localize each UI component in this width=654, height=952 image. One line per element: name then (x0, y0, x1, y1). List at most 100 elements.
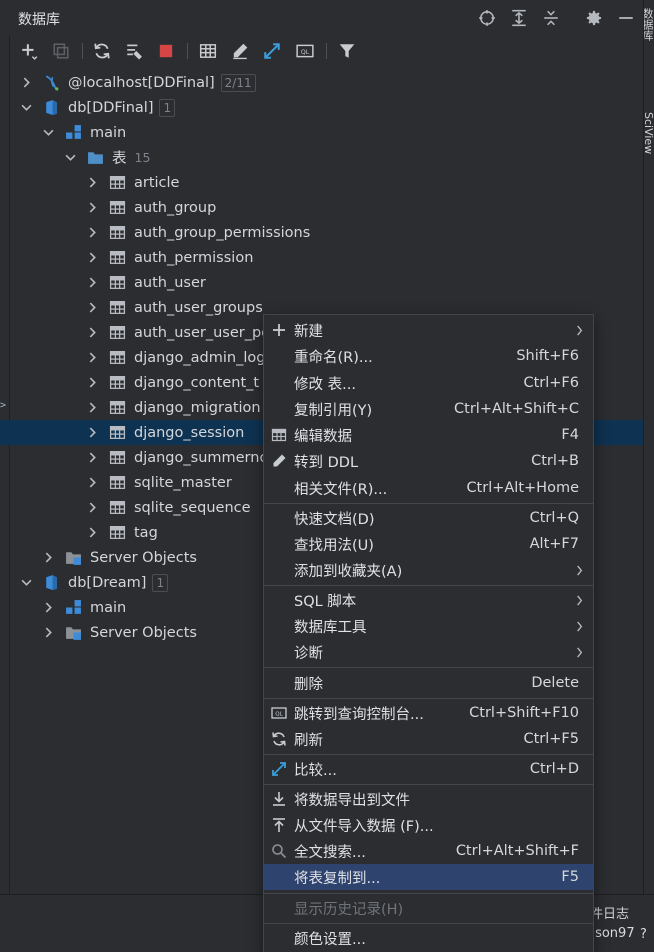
chevron-right-icon[interactable] (86, 477, 98, 489)
menu-item-modify-table[interactable]: 修改 表... Ctrl+F6 (264, 370, 593, 396)
chevron-down-icon[interactable] (20, 577, 32, 589)
chevron-right-icon[interactable] (86, 527, 98, 539)
table-icon (108, 199, 126, 217)
compare-icon (270, 760, 288, 778)
chevron-right-icon[interactable] (86, 427, 98, 439)
schema-settings-icon[interactable] (123, 40, 145, 62)
menu-label: 转到 DDL (294, 454, 359, 471)
menu-item-related-files[interactable]: 相关文件(R)... Ctrl+Alt+Home (264, 475, 593, 501)
menu-item-fulltext-search[interactable]: 全文搜索... Ctrl+Alt+Shift+F (264, 838, 593, 864)
tree-node-tables-folder[interactable]: 表 15 (10, 145, 643, 170)
add-icon[interactable] (18, 40, 40, 62)
menu-item-copy-table-to[interactable]: 将表复制到... F5 (264, 864, 593, 890)
compare-icon[interactable] (261, 40, 283, 62)
menu-item-sql-script[interactable]: SQL 脚本 (264, 587, 593, 613)
submenu-arrow-icon (575, 324, 585, 336)
tree-node-table[interactable]: auth_group (10, 195, 643, 220)
chevron-down-icon[interactable] (42, 127, 54, 139)
filter-icon[interactable] (336, 40, 358, 62)
event-log-label[interactable]: 件日志 (590, 903, 629, 922)
table-icon (108, 399, 126, 417)
chevron-right-icon[interactable] (86, 452, 98, 464)
panel-title: 数据库 (18, 12, 60, 28)
collapse-all-icon[interactable] (541, 8, 561, 28)
chevron-right-icon[interactable] (42, 602, 54, 614)
tree-label: db[Dream] (68, 574, 147, 591)
chevron-right-icon[interactable] (86, 202, 98, 214)
server-objects-icon (64, 549, 82, 567)
chevron-right-icon[interactable] (20, 77, 32, 89)
menu-label: 重命名(R)... (294, 349, 373, 366)
menu-item-db-tools[interactable]: 数据库工具 (264, 613, 593, 639)
menu-label: SQL 脚本 (294, 593, 357, 610)
menu-label: 跳转到查询控制台... (294, 706, 424, 723)
chevron-right-icon[interactable] (86, 502, 98, 514)
tree-node-table[interactable]: article (10, 170, 643, 195)
tree-label: main (90, 599, 127, 616)
chevron-right-icon[interactable] (42, 552, 54, 564)
menu-item-new[interactable]: 新建 (264, 317, 593, 343)
chevron-down-icon[interactable] (64, 152, 76, 164)
menu-item-jump-console[interactable]: QL 跳转到查询控制台... Ctrl+Shift+F10 (264, 700, 593, 726)
stop-icon[interactable] (155, 40, 177, 62)
tree-node-localhost[interactable]: @localhost[DDFinal] 2/11 (10, 70, 643, 95)
gear-icon[interactable] (584, 8, 604, 28)
menu-item-show-history: 显示历史记录(H) (264, 895, 593, 921)
menu-item-import-data[interactable]: 从文件导入数据 (F)... (264, 812, 593, 838)
table-icon (108, 474, 126, 492)
menu-item-goto-ddl[interactable]: 转到 DDL Ctrl+B (264, 448, 593, 474)
plus-icon (270, 321, 288, 339)
pencil-icon (270, 452, 288, 470)
chevron-right-icon[interactable] (86, 327, 98, 339)
chevron-right-icon[interactable] (42, 627, 54, 639)
menu-item-export-data[interactable]: 将数据导出到文件 (264, 786, 593, 812)
tree-node-main[interactable]: main (10, 120, 643, 145)
chevron-down-icon[interactable] (20, 102, 32, 114)
chevron-right-icon[interactable] (86, 252, 98, 264)
menu-label: 快速文档(D) (294, 511, 375, 528)
tree-node-table[interactable]: auth_permission (10, 245, 643, 270)
refresh-icon[interactable] (91, 40, 113, 62)
query-console-icon[interactable]: QL (294, 40, 316, 62)
menu-item-add-favorites[interactable]: 添加到收藏夹(A) (264, 557, 593, 583)
chevron-right-icon[interactable] (86, 302, 98, 314)
minimize-icon[interactable] (616, 8, 636, 28)
menu-item-copy-reference[interactable]: 复制引用(Y) Ctrl+Alt+Shift+C (264, 396, 593, 422)
chevron-right-icon[interactable] (86, 177, 98, 189)
chevron-right-icon[interactable] (86, 377, 98, 389)
menu-item-color-settings[interactable]: 颜色设置... (264, 925, 593, 951)
tab-sciview[interactable]: SciView (644, 112, 654, 172)
chevron-right-icon[interactable] (86, 352, 98, 364)
expand-all-icon[interactable] (509, 8, 529, 28)
menu-label: 比较... (294, 762, 337, 779)
menu-item-compare[interactable]: 比较... Ctrl+D (264, 756, 593, 782)
table-icon (108, 274, 126, 292)
menu-label: 相关文件(R)... (294, 481, 388, 498)
menu-label: 刷新 (294, 732, 323, 749)
chevron-right-icon[interactable] (86, 227, 98, 239)
chevron-right-icon[interactable] (86, 277, 98, 289)
chevron-right-icon[interactable] (86, 402, 98, 414)
table-icon (270, 426, 288, 444)
tree-node-table[interactable]: auth_group_permissions (10, 220, 643, 245)
tree-node-db-ddfinal[interactable]: db[DDFinal] 1 (10, 95, 643, 120)
menu-item-quick-doc[interactable]: 快速文档(D) Ctrl+Q (264, 505, 593, 531)
menu-label: 修改 表... (294, 376, 356, 393)
tree-node-table[interactable]: auth_user (10, 270, 643, 295)
menu-item-rename[interactable]: 重命名(R)... Shift+F6 (264, 343, 593, 369)
menu-item-find-usages[interactable]: 查找用法(U) Alt+F7 (264, 531, 593, 557)
menu-item-edit-data[interactable]: 编辑数据 F4 (264, 422, 593, 448)
locate-icon[interactable] (477, 8, 497, 28)
tree-label: tag (134, 524, 158, 541)
edit-pencil-icon[interactable] (229, 40, 251, 62)
menu-item-refresh[interactable]: 刷新 Ctrl+F5 (264, 726, 593, 752)
tab-database[interactable]: 数据库 (644, 8, 654, 78)
upload-icon (270, 816, 288, 834)
help-icon[interactable]: ? (640, 927, 647, 942)
menu-item-diagnose[interactable]: 诊断 (264, 639, 593, 665)
menu-label: 全文搜索... (294, 844, 366, 861)
menu-item-delete[interactable]: 删除 Delete (264, 670, 593, 696)
refresh-icon (270, 730, 288, 748)
duplicate-icon[interactable] (50, 40, 72, 62)
table-view-icon[interactable] (197, 40, 219, 62)
